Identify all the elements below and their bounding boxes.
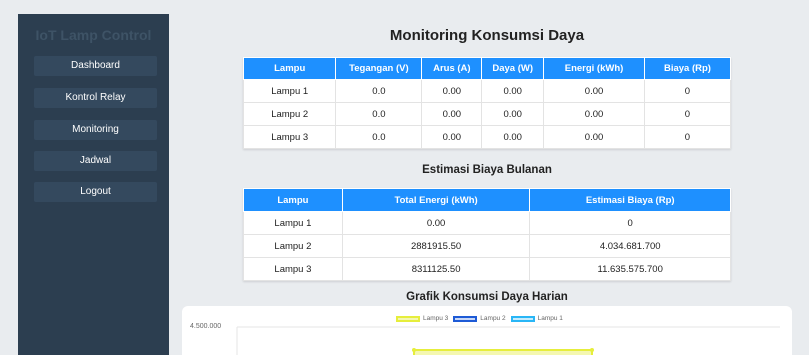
data-point	[412, 348, 416, 352]
data-point	[590, 348, 594, 352]
chart-plot	[236, 326, 780, 355]
